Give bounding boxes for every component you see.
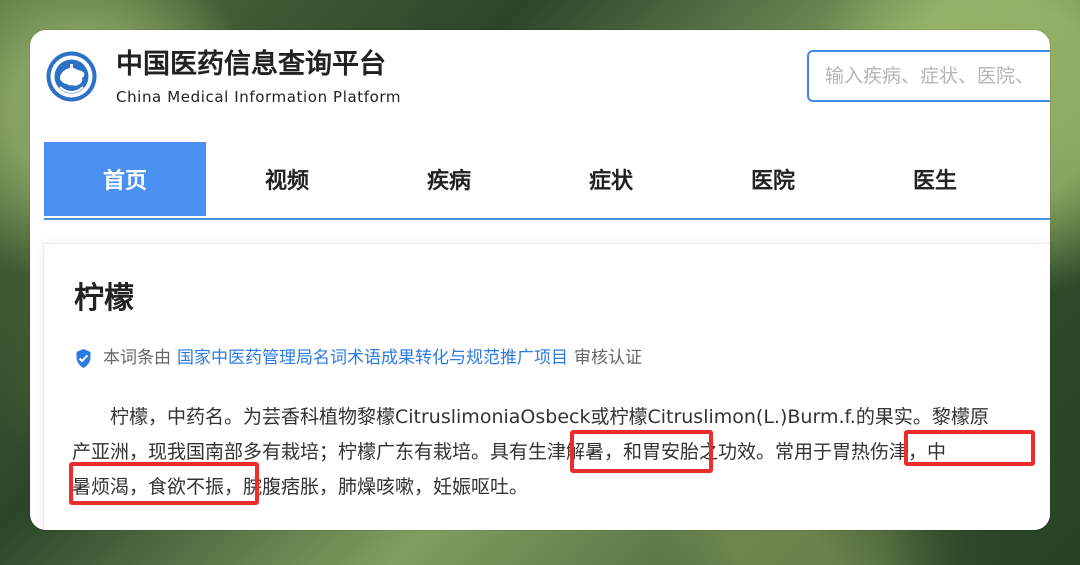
entry-body: 柠檬，中药名。为芸香科植物黎檬CitruslimoniaOsbeck或柠檬Cit…: [72, 400, 1036, 505]
verification-source-link[interactable]: 国家中医药管理局名词术语成果转化与规范推广项目: [177, 346, 568, 370]
entry-title: 柠檬: [74, 281, 134, 316]
entry-panel: 柠檬 本词条由 国家中医药管理局名词术语成果转化与规范推广项目 审核认证 柠檬，…: [44, 244, 1050, 530]
entry-line-2: 产亚洲，现我国南部多有栽培；柠檬广东有栽培。具有生津解暑，和胃安胎之功效。常用于…: [72, 435, 1036, 470]
entry-line-2-text: 产亚洲，现我国南部多有栽培；柠檬广东有栽培。具有生津解暑，和胃安胎之功效。常用于…: [72, 441, 947, 463]
entry-line-1-text: 柠檬，中药名。为芸香科植物黎檬CitruslimoniaOsbeck或柠檬Cit…: [110, 406, 989, 428]
nav-item-hospitals[interactable]: 医院: [692, 142, 854, 216]
nav-item-symptoms[interactable]: 症状: [530, 142, 692, 216]
nav-item-doctors[interactable]: 医生: [854, 142, 1016, 216]
site-logo: [45, 50, 98, 103]
search-input[interactable]: [809, 52, 1050, 100]
medical-emblem-icon: [46, 51, 97, 102]
nav-item-home[interactable]: 首页: [44, 142, 206, 216]
main-card: 中国医药信息查询平台 China Medical Information Pla…: [30, 30, 1050, 530]
verification-suffix: 审核认证: [574, 348, 642, 368]
verification-prefix: 本词条由: [103, 348, 171, 368]
site-subtitle: China Medical Information Platform: [116, 88, 402, 106]
verification-row: 本词条由 国家中医药管理局名词术语成果转化与规范推广项目 审核认证: [74, 346, 642, 370]
main-nav: 首页 视频 疾病 症状 医院 医生: [44, 142, 1050, 220]
nav-item-diseases[interactable]: 疾病: [368, 142, 530, 216]
nav-item-videos[interactable]: 视频: [206, 142, 368, 216]
search-box[interactable]: [807, 50, 1050, 102]
entry-line-3-text: 暑烦渴，食欲不振，脘腹痞胀，肺燥咳嗽，妊娠呕吐。: [72, 476, 529, 498]
entry-line-3: 暑烦渴，食欲不振，脘腹痞胀，肺燥咳嗽，妊娠呕吐。: [72, 470, 1036, 505]
verified-shield-icon: [74, 348, 93, 369]
site-title: 中国医药信息查询平台: [116, 49, 386, 80]
entry-line-1: 柠檬，中药名。为芸香科植物黎檬CitruslimoniaOsbeck或柠檬Cit…: [72, 400, 1036, 435]
